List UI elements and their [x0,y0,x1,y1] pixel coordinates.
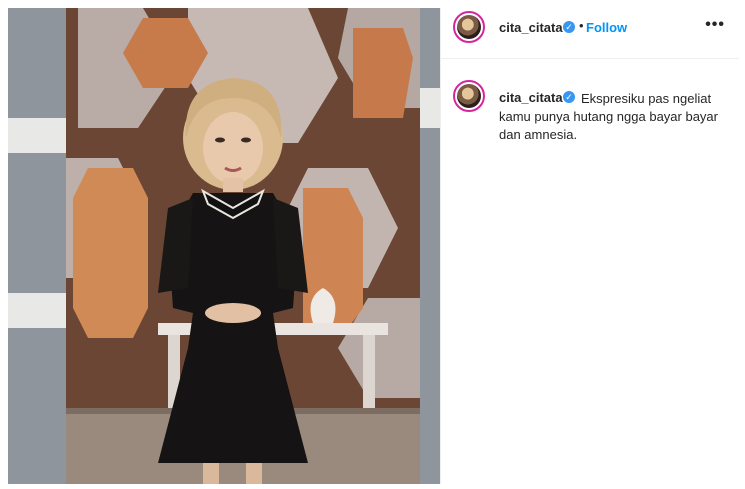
instagram-post: cita_citata ✓ • Follow ••• Ekspresiku pa… [8,8,739,484]
separator-dot: • [579,18,584,33]
post-header: cita_citata ✓ • Follow ••• [441,8,739,59]
caption-username[interactable]: cita_citata [499,90,563,105]
post-sidebar: cita_citata ✓ • Follow ••• Ekspresiku pa… [440,8,739,484]
more-options-icon[interactable]: ••• [705,16,725,34]
avatar-image [457,84,481,108]
photo-scene [8,8,440,484]
caption-avatar[interactable] [453,80,485,112]
avatar[interactable] [453,11,485,43]
post-photo[interactable] [8,8,440,484]
verified-badge-icon: ✓ [563,91,575,103]
header-username[interactable]: cita_citata [499,20,563,35]
verified-badge-icon: ✓ [563,21,575,33]
follow-button[interactable]: Follow [586,20,627,35]
avatar-image [457,15,481,39]
